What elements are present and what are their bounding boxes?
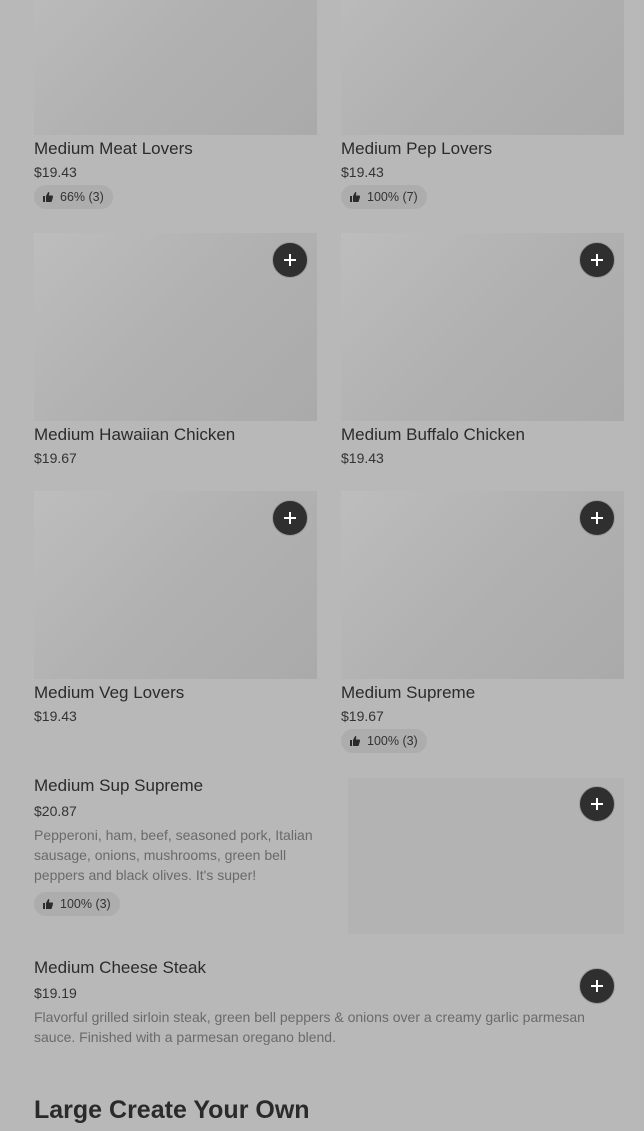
item-image xyxy=(34,233,317,421)
menu-item-card[interactable]: Medium Supreme $19.67 100% (3) xyxy=(341,491,624,753)
menu-page: Medium Meat Lovers $19.43 66% (3) Medium… xyxy=(0,0,644,1131)
rating-text: 100% (3) xyxy=(367,734,418,748)
item-name: Medium Hawaiian Chicken xyxy=(34,425,236,444)
menu-item-card[interactable]: Medium Buffalo Chicken $19.43 xyxy=(341,233,624,468)
item-name: Medium Pep Lovers xyxy=(341,139,493,158)
add-item-button[interactable] xyxy=(579,786,615,822)
thumbs-up-icon xyxy=(43,192,54,202)
item-price: $19.67 xyxy=(34,450,77,466)
item-name: Medium Cheese Steak xyxy=(34,958,206,977)
item-name: Medium Buffalo Chicken xyxy=(341,425,525,444)
rating-badge: 100% (7) xyxy=(341,185,427,209)
plus-icon xyxy=(284,512,296,524)
item-name: Medium Sup Supreme xyxy=(34,776,204,795)
item-name: Medium Supreme xyxy=(341,683,476,702)
item-price: $19.43 xyxy=(34,164,77,180)
rating-badge: 66% (3) xyxy=(34,185,113,209)
thumbs-up-icon xyxy=(350,192,361,202)
add-item-button[interactable] xyxy=(579,500,615,536)
menu-item-card[interactable]: Medium Veg Lovers $19.43 xyxy=(34,491,317,726)
plus-icon xyxy=(591,254,603,266)
plus-icon xyxy=(591,980,603,992)
item-image xyxy=(341,0,624,135)
rating-text: 100% (3) xyxy=(60,897,111,911)
item-price: $19.43 xyxy=(341,450,384,466)
item-name: Medium Meat Lovers xyxy=(34,139,193,158)
menu-item-card[interactable]: Medium Hawaiian Chicken $19.67 xyxy=(34,233,317,468)
menu-item-card[interactable]: Medium Meat Lovers $19.43 66% (3) xyxy=(34,0,317,209)
item-image xyxy=(34,491,317,679)
rating-text: 100% (7) xyxy=(367,190,418,204)
item-price: $19.19 xyxy=(34,985,77,1001)
section-heading: Large Create Your Own xyxy=(34,1096,310,1124)
item-image xyxy=(341,233,624,421)
add-item-button[interactable] xyxy=(579,968,615,1004)
menu-item-row[interactable]: Medium Sup Supreme $20.87 Pepperoni, ham… xyxy=(34,775,324,916)
item-price: $20.87 xyxy=(34,803,77,819)
menu-item-row[interactable]: Medium Cheese Steak $19.19 Flavorful gri… xyxy=(34,957,609,1047)
rating-badge: 100% (3) xyxy=(34,892,120,916)
thumbs-up-icon xyxy=(43,899,54,909)
add-item-button[interactable] xyxy=(272,242,308,278)
rating-text: 66% (3) xyxy=(60,190,104,204)
item-image xyxy=(341,491,624,679)
item-description: Pepperoni, ham, beef, seasoned pork, Ita… xyxy=(34,827,313,883)
menu-item-card[interactable]: Medium Pep Lovers $19.43 100% (7) xyxy=(341,0,624,209)
item-description: Flavorful grilled sirloin steak, green b… xyxy=(34,1009,585,1045)
item-price: $19.43 xyxy=(341,164,384,180)
item-image xyxy=(34,0,317,135)
item-price: $19.67 xyxy=(341,708,384,724)
item-name: Medium Veg Lovers xyxy=(34,683,185,702)
plus-icon xyxy=(284,254,296,266)
rating-badge: 100% (3) xyxy=(341,729,427,753)
add-item-button[interactable] xyxy=(272,500,308,536)
item-price: $19.43 xyxy=(34,708,77,724)
add-item-button[interactable] xyxy=(579,242,615,278)
plus-icon xyxy=(591,798,603,810)
thumbs-up-icon xyxy=(350,736,361,746)
plus-icon xyxy=(591,512,603,524)
